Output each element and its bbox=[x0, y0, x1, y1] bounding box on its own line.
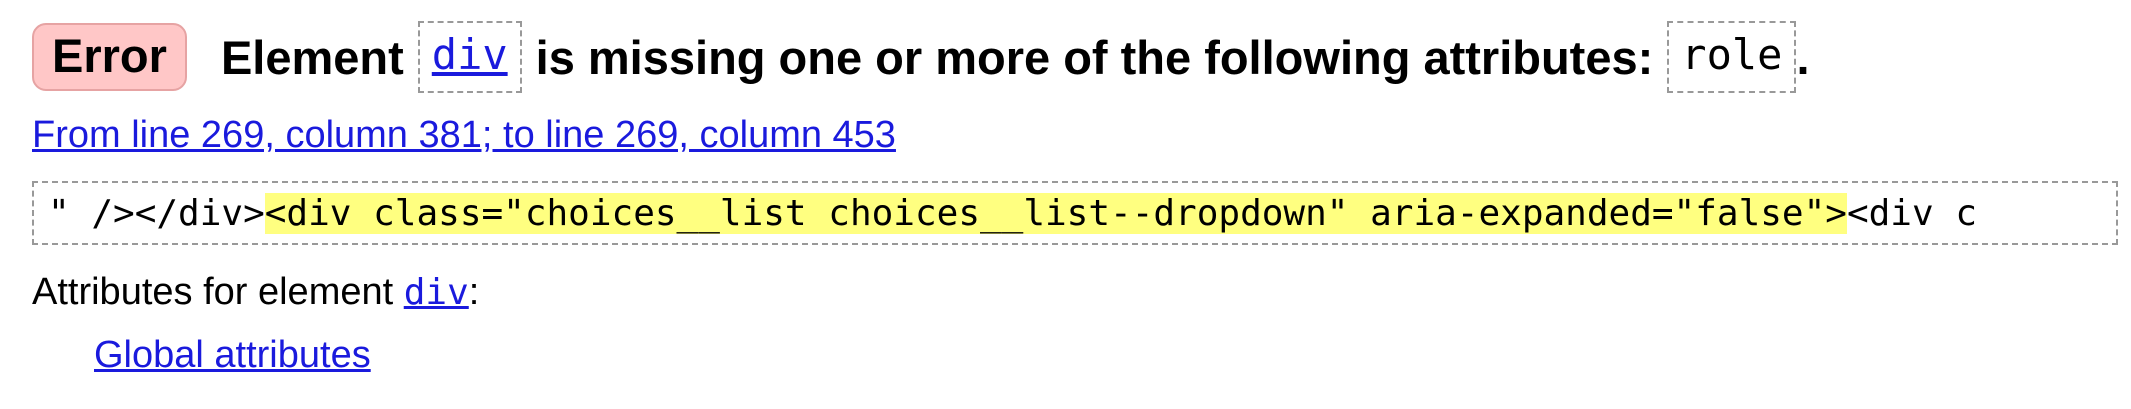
message-text-suffix: . bbox=[1796, 30, 1810, 84]
attributes-heading: Attributes for element div: bbox=[32, 271, 479, 314]
extract-after: <div c bbox=[1846, 193, 1977, 234]
source-extract: " /></div><div class="choices__list choi… bbox=[32, 181, 2118, 245]
extract-before: " /></div> bbox=[48, 193, 265, 234]
error-message: Error Element div is missing one or more… bbox=[32, 21, 1810, 93]
error-badge: Error bbox=[32, 23, 187, 91]
extract-highlighted: <div class="choices__list choices__list-… bbox=[264, 193, 1847, 234]
message-text-middle: is missing one or more of the following … bbox=[535, 30, 1654, 84]
attributes-element-link[interactable]: div bbox=[404, 272, 469, 313]
element-code-box: div bbox=[417, 21, 522, 93]
global-attributes-link[interactable]: Global attributes bbox=[94, 334, 371, 377]
location-link[interactable]: From line 269, column 381; to line 269, … bbox=[32, 114, 896, 157]
element-div-link[interactable]: div bbox=[432, 30, 508, 79]
message-text-prefix: Element bbox=[220, 30, 404, 84]
attributes-label-suffix: : bbox=[468, 271, 480, 313]
attribute-role-code: role bbox=[1667, 21, 1797, 93]
attributes-label: Attributes for element bbox=[32, 271, 394, 313]
